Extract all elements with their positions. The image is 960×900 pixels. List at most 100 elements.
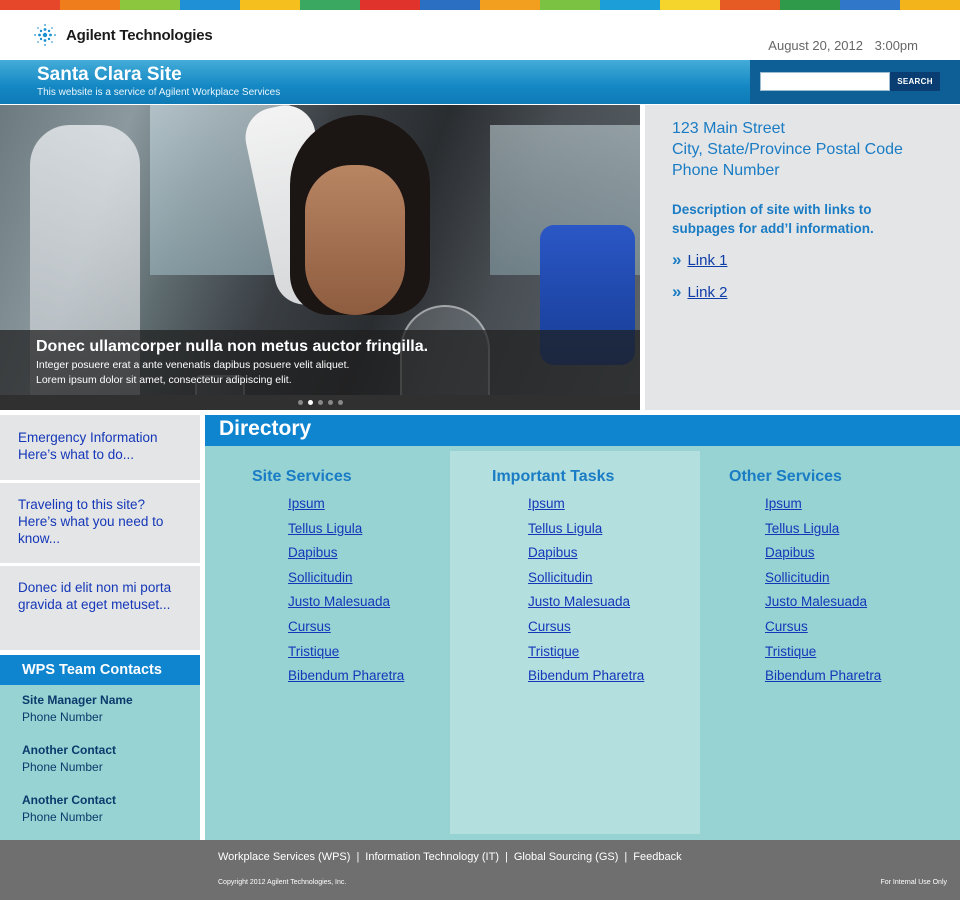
sidebar-box-text[interactable]: Traveling to this site? Here’s what you …: [18, 497, 163, 546]
color-strip-segment: [900, 0, 960, 10]
footer: Workplace Services (WPS) | Information Tec…: [0, 840, 960, 900]
carousel-dot[interactable]: [307, 400, 313, 405]
contact-phone: Phone Number: [22, 710, 103, 724]
directory-column-title: Site Services: [252, 468, 352, 485]
site-banner: Santa Clara Site This website is a servi…: [0, 60, 960, 104]
agilent-spark-icon: [34, 24, 56, 46]
footer-separator: |: [505, 851, 508, 863]
address-phone: Phone Number: [672, 162, 780, 179]
site-description: Description of site with links to subpag…: [672, 202, 874, 236]
directory-link[interactable]: Dapibus: [528, 545, 578, 560]
misc-info-box[interactable]: Donec id elit non mi porta gravida at eg…: [0, 566, 200, 650]
color-strip-segment: [180, 0, 240, 10]
hero-caption-line: Integer posuere erat a ante venenatis da…: [36, 359, 350, 371]
travel-info-box[interactable]: Traveling to this site? Here’s what you …: [0, 483, 200, 563]
directory-link[interactable]: Cursus: [765, 619, 808, 634]
directory-link[interactable]: Tellus Ligula: [288, 521, 362, 536]
directory-link[interactable]: Bibendum Pharetra: [528, 668, 644, 683]
site-address-panel: 123 Main Street City, State/Province Pos…: [645, 105, 960, 410]
directory-link[interactable]: Tellus Ligula: [765, 521, 839, 536]
site-subtitle: This website is a service of Agilent Wor…: [37, 87, 281, 98]
color-strip-segment: [120, 0, 180, 10]
footer-link-wps[interactable]: Workplace Services (WPS): [218, 851, 350, 863]
color-strip-segment: [360, 0, 420, 10]
directory-link[interactable]: Ipsum: [528, 496, 565, 511]
panel-link-1[interactable]: » Link 1: [672, 250, 728, 270]
directory-panel: Site Services Ipsum Tellus Ligula Dapibus So…: [205, 446, 960, 840]
address-city: City, State/Province Postal Code: [672, 141, 903, 158]
address-street: 123 Main Street: [672, 120, 785, 137]
carousel-pager: [0, 395, 640, 410]
directory-link[interactable]: Tristique: [528, 644, 579, 659]
color-strip-segment: [60, 0, 120, 10]
contact-name: Another Contact: [22, 743, 116, 757]
time-text: 3:00pm: [874, 38, 918, 53]
agilent-logo[interactable]: Agilent Technologies: [32, 22, 213, 48]
directory-link[interactable]: Cursus: [288, 619, 331, 634]
panel-link-text[interactable]: Link 2: [687, 284, 727, 301]
directory-link[interactable]: Bibendum Pharetra: [288, 668, 404, 683]
color-strip-segment: [600, 0, 660, 10]
color-strip-segment: [720, 0, 780, 10]
wps-contacts-list: Site Manager Name Phone Number Another C…: [0, 685, 200, 840]
color-strip-segment: [300, 0, 360, 10]
directory-column-title: Important Tasks: [492, 468, 615, 485]
panel-link-2[interactable]: » Link 2: [672, 282, 728, 302]
footer-link-gs[interactable]: Global Sourcing (GS): [514, 851, 619, 863]
directory-heading: Directory: [205, 415, 960, 446]
color-strip-segment: [0, 0, 60, 10]
directory-link[interactable]: Sollicitudin: [528, 570, 593, 585]
hero-caption-line: Lorem ipsum dolor sit amet, consectetur …: [36, 374, 292, 386]
carousel-dot[interactable]: [337, 400, 343, 405]
directory-link[interactable]: Sollicitudin: [288, 570, 353, 585]
directory-link[interactable]: Tristique: [765, 644, 816, 659]
directory-link[interactable]: Justo Malesuada: [765, 594, 867, 609]
directory-link[interactable]: Tellus Ligula: [528, 521, 602, 536]
directory-link[interactable]: Dapibus: [765, 545, 815, 560]
directory-link[interactable]: Justo Malesuada: [528, 594, 630, 609]
hero-carousel[interactable]: Donec ullamcorper nulla non metus auctor…: [0, 105, 640, 410]
carousel-dot[interactable]: [327, 400, 333, 405]
carousel-dot[interactable]: [317, 400, 323, 405]
site-title[interactable]: Santa Clara Site: [37, 64, 182, 86]
logo-text: Agilent Technologies: [66, 26, 213, 44]
internal-use-text: For Internal Use Only: [880, 879, 947, 886]
directory-link[interactable]: Ipsum: [765, 496, 802, 511]
copyright-text: Copyright 2012 Agilent Technologies, Inc…: [218, 879, 347, 886]
search-input[interactable]: [760, 72, 890, 91]
footer-link-it[interactable]: Information Technology (IT): [365, 851, 499, 863]
sidebar-box-text[interactable]: Donec id elit non mi porta gravida at eg…: [18, 580, 171, 612]
search-area: SEARCH: [750, 60, 960, 104]
contact-phone: Phone Number: [22, 760, 103, 774]
directory-link[interactable]: Tristique: [288, 644, 339, 659]
date-time: August 20, 2012 3:00pm: [768, 38, 918, 53]
directory-link[interactable]: Dapibus: [288, 545, 338, 560]
footer-separator: |: [624, 851, 628, 863]
color-strip-segment: [480, 0, 540, 10]
date-text: August 20, 2012: [768, 38, 863, 53]
color-strip-segment: [240, 0, 300, 10]
carousel-dot[interactable]: [297, 400, 303, 405]
directory-middle-column-bg: [450, 451, 700, 834]
directory-link[interactable]: Sollicitudin: [765, 570, 830, 585]
emergency-info-box[interactable]: Emergency Information Here’s what to do.…: [0, 415, 200, 480]
sidebar-box-text[interactable]: Emergency Information Here’s what to do.…: [18, 430, 158, 462]
footer-link-feedback[interactable]: Feedback: [633, 851, 681, 863]
directory-link[interactable]: Cursus: [528, 619, 571, 634]
directory-link[interactable]: Ipsum: [288, 496, 325, 511]
hero-photo-face: [305, 165, 405, 315]
color-strip-segment: [420, 0, 480, 10]
panel-link-text[interactable]: Link 1: [687, 252, 727, 269]
hero-caption: Donec ullamcorper nulla non metus auctor…: [0, 330, 640, 395]
search-button[interactable]: SEARCH: [890, 72, 940, 91]
directory-link[interactable]: Bibendum Pharetra: [765, 668, 881, 683]
chevron-right-icon: »: [672, 250, 682, 269]
footer-links: Workplace Services (WPS) | Information Tec…: [218, 851, 682, 863]
color-strip-segment: [660, 0, 720, 10]
directory-link[interactable]: Justo Malesuada: [288, 594, 390, 609]
contact-phone: Phone Number: [22, 810, 103, 824]
decorative-color-strip: [0, 0, 960, 10]
directory-column-title: Other Services: [729, 468, 842, 485]
contact-name: Another Contact: [22, 793, 116, 807]
contact-name: Site Manager Name: [22, 693, 133, 707]
